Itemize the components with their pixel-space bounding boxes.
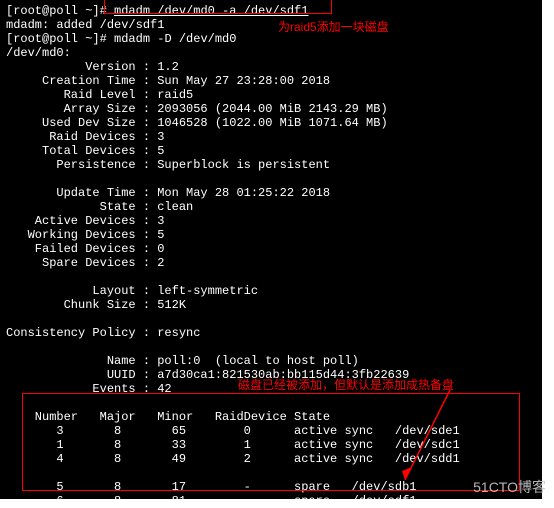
table-row: 5 8 17 - spare /dev/sdb1 (6, 480, 536, 494)
prompt-2: [root@poll ~]# (6, 32, 114, 46)
info-persistence: Persistence : Superblock is persistent (6, 158, 536, 172)
info-failed-dev: Failed Devices : 0 (6, 242, 536, 256)
blank-4 (6, 340, 536, 354)
info-layout: Layout : left-symmetric (6, 284, 536, 298)
terminal-window: [root@poll ~]# mdadm /dev/md0 -a /dev/sd… (0, 0, 542, 499)
table-row: 6 8 81 - spare /dev/sdf1 (6, 494, 536, 508)
info-raid-level: Raid Level : raid5 (6, 88, 536, 102)
blank-5 (6, 396, 536, 410)
info-raid-devices: Raid Devices : 3 (6, 130, 536, 144)
info-array-size: Array Size : 2093056 (2044.00 MiB 2143.2… (6, 102, 536, 116)
annotation-2: 磁盘已经被添加，但默认是添加成热备盘 (238, 378, 454, 392)
info-working-dev: Working Devices : 5 (6, 228, 536, 242)
info-version: Version : 1.2 (6, 60, 536, 74)
prompt-line-1: [root@poll ~]# mdadm /dev/md0 -a /dev/sd… (6, 4, 536, 18)
table-row: 1 8 33 1 active sync /dev/sdc1 (6, 438, 536, 452)
info-chunk-size: Chunk Size : 512K (6, 298, 536, 312)
watermark-text: 51CTO博客 (473, 477, 546, 497)
table-row: 3 8 65 0 active sync /dev/sde1 (6, 424, 536, 438)
info-creation-time: Creation Time : Sun May 27 23:28:00 2018 (6, 74, 536, 88)
prompt-1: [root@poll ~]# (6, 4, 114, 18)
device-line: /dev/md0: (6, 46, 536, 60)
info-total-devices: Total Devices : 5 (6, 144, 536, 158)
info-used-dev-size: Used Dev Size : 1046528 (1022.00 MiB 107… (6, 116, 536, 130)
info-cons-policy: Consistency Policy : resync (6, 326, 536, 340)
info-active-dev: Active Devices : 3 (6, 214, 536, 228)
response-1: mdadm: added /dev/sdf1 (6, 18, 536, 32)
annotation-1: 为raid5添加一块磁盘 (278, 20, 389, 34)
info-name: Name : poll:0 (local to host poll) (6, 354, 536, 368)
info-spare-dev: Spare Devices : 2 (6, 256, 536, 270)
command-2: mdadm -D /dev/md0 (114, 32, 236, 46)
blank-2 (6, 270, 536, 284)
info-update-time: Update Time : Mon May 28 01:25:22 2018 (6, 186, 536, 200)
command-1: mdadm /dev/md0 -a /dev/sdf1 (114, 4, 308, 18)
table-row (6, 466, 536, 480)
blank-3 (6, 312, 536, 326)
table-header: Number Major Minor RaidDevice State (6, 410, 536, 424)
table-row: 4 8 49 2 active sync /dev/sdd1 (6, 452, 536, 466)
info-state: State : clean (6, 200, 536, 214)
blank-1 (6, 172, 536, 186)
prompt-line-2: [root@poll ~]# mdadm -D /dev/md0 (6, 32, 536, 46)
